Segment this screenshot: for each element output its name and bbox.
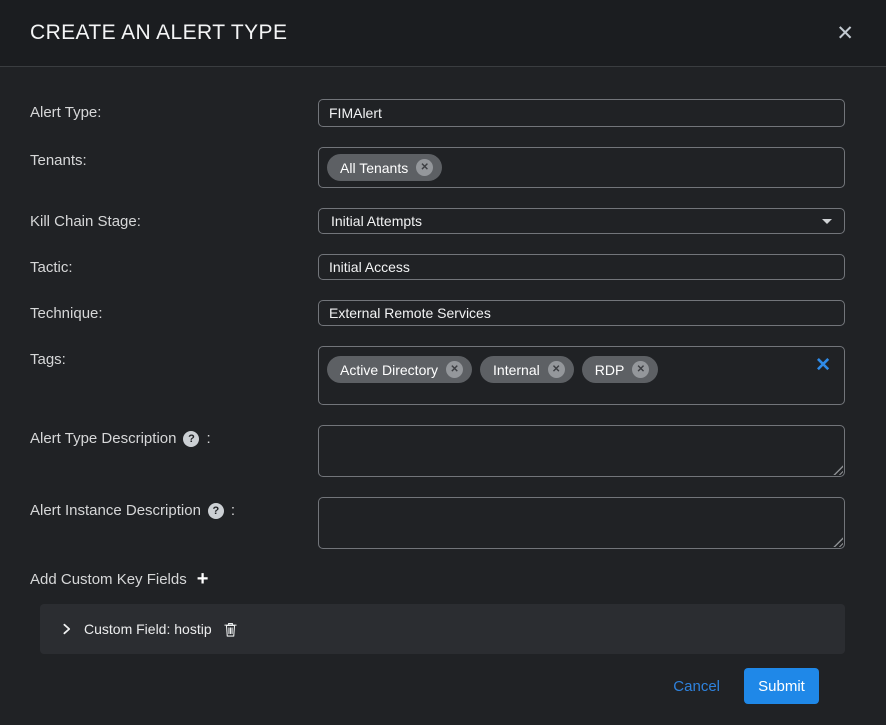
tag-chip[interactable]: Internal ✕ bbox=[480, 356, 574, 383]
tenants-input[interactable]: All Tenants ✕ bbox=[318, 147, 845, 188]
row-technique: Technique: bbox=[30, 300, 845, 326]
add-custom-key-fields: Add Custom Key Fields + bbox=[30, 569, 845, 589]
add-icon[interactable]: + bbox=[197, 569, 209, 589]
custom-field-label: Custom Field: hostip bbox=[84, 621, 212, 637]
kill-chain-stage-value: Initial Attempts bbox=[331, 213, 422, 229]
submit-button[interactable]: Submit bbox=[744, 668, 819, 704]
alert-instance-description-label: Alert Instance Description bbox=[30, 502, 201, 519]
close-icon[interactable]: ✕ bbox=[834, 21, 856, 46]
add-custom-key-fields-label: Add Custom Key Fields bbox=[30, 571, 187, 588]
tactic-input[interactable] bbox=[318, 254, 845, 280]
alert-type-label: Alert Type: bbox=[30, 99, 318, 121]
row-alert-instance-description: Alert Instance Description ? : bbox=[30, 497, 845, 549]
tag-chip-remove-icon[interactable]: ✕ bbox=[446, 361, 463, 378]
row-tactic: Tactic: bbox=[30, 254, 845, 280]
create-alert-type-dialog: CREATE AN ALERT TYPE ✕ Alert Type: Tenan… bbox=[0, 0, 886, 725]
kill-chain-stage-select[interactable]: Initial Attempts bbox=[318, 208, 845, 234]
chevron-down-icon bbox=[822, 219, 832, 224]
alert-type-input[interactable] bbox=[318, 99, 845, 127]
tag-chip-label: Internal bbox=[493, 362, 540, 378]
alert-type-description-textarea[interactable] bbox=[318, 425, 845, 477]
cancel-button[interactable]: Cancel bbox=[673, 678, 720, 695]
technique-label: Technique: bbox=[30, 300, 318, 322]
tenant-chip-label: All Tenants bbox=[340, 160, 408, 176]
tags-input[interactable]: Active Directory ✕ Internal ✕ RDP ✕ ✕ bbox=[318, 346, 845, 405]
tags-label: Tags: bbox=[30, 346, 318, 368]
tag-chip-remove-icon[interactable]: ✕ bbox=[548, 361, 565, 378]
tag-chip[interactable]: RDP ✕ bbox=[582, 356, 659, 383]
dialog-footer: Cancel Submit bbox=[30, 668, 845, 704]
tenant-chip[interactable]: All Tenants ✕ bbox=[327, 154, 442, 181]
technique-input[interactable] bbox=[318, 300, 845, 326]
alert-type-description-label: Alert Type Description bbox=[30, 430, 176, 447]
label-colon: : bbox=[206, 430, 210, 447]
alert-instance-description-textarea[interactable] bbox=[318, 497, 845, 549]
help-icon[interactable]: ? bbox=[183, 431, 199, 447]
dialog-header: CREATE AN ALERT TYPE ✕ bbox=[0, 0, 886, 67]
tag-chip-label: Active Directory bbox=[340, 362, 438, 378]
tags-clear-all-icon[interactable]: ✕ bbox=[815, 356, 831, 375]
label-colon: : bbox=[231, 502, 235, 519]
tenants-label: Tenants: bbox=[30, 147, 318, 169]
trash-icon[interactable] bbox=[223, 621, 238, 638]
dialog-title: CREATE AN ALERT TYPE bbox=[30, 21, 287, 45]
chevron-right-icon[interactable] bbox=[60, 622, 73, 636]
tag-chip[interactable]: Active Directory ✕ bbox=[327, 356, 472, 383]
row-alert-type: Alert Type: bbox=[30, 99, 845, 127]
custom-field-row[interactable]: Custom Field: hostip bbox=[40, 604, 845, 654]
tag-chip-label: RDP bbox=[595, 362, 625, 378]
row-tags: Tags: Active Directory ✕ Internal ✕ RDP … bbox=[30, 346, 845, 405]
row-kill-chain-stage: Kill Chain Stage: Initial Attempts bbox=[30, 208, 845, 234]
row-alert-type-description: Alert Type Description ? : bbox=[30, 425, 845, 477]
help-icon[interactable]: ? bbox=[208, 503, 224, 519]
kill-chain-stage-label: Kill Chain Stage: bbox=[30, 208, 318, 230]
row-tenants: Tenants: All Tenants ✕ bbox=[30, 147, 845, 188]
tactic-label: Tactic: bbox=[30, 254, 318, 276]
tenant-chip-remove-icon[interactable]: ✕ bbox=[416, 159, 433, 176]
tag-chip-remove-icon[interactable]: ✕ bbox=[632, 361, 649, 378]
dialog-body: Alert Type: Tenants: All Tenants ✕ Kill … bbox=[0, 67, 886, 704]
